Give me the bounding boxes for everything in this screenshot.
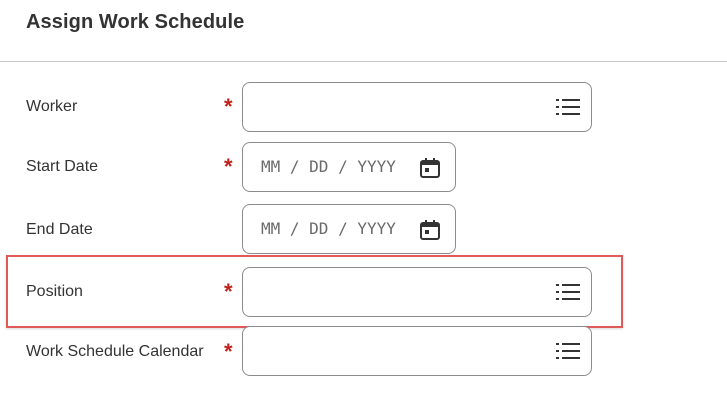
position-input[interactable] bbox=[242, 267, 592, 317]
worker-required-mark: * bbox=[224, 94, 233, 119]
end-date-input[interactable]: MM / DD / YYYY bbox=[242, 204, 456, 254]
work-schedule-calendar-input[interactable] bbox=[242, 326, 592, 376]
calendar-icon[interactable] bbox=[418, 218, 442, 242]
list-prompt-icon[interactable] bbox=[556, 97, 580, 117]
page-title: Assign Work Schedule bbox=[26, 11, 245, 33]
worker-label: Worker bbox=[26, 98, 78, 115]
end-date-placeholder: MM / DD / YYYY bbox=[261, 219, 396, 238]
list-prompt-icon[interactable] bbox=[556, 341, 580, 361]
start-date-label: Start Date bbox=[26, 158, 99, 175]
position-required-mark: * bbox=[224, 279, 233, 304]
start-date-placeholder: MM / DD / YYYY bbox=[261, 157, 396, 176]
start-date-input[interactable]: MM / DD / YYYY bbox=[242, 142, 456, 192]
position-label: Position bbox=[26, 283, 83, 300]
end-date-label: End Date bbox=[26, 221, 93, 238]
worker-input[interactable] bbox=[242, 82, 592, 132]
calendar-icon[interactable] bbox=[418, 156, 442, 180]
list-prompt-icon[interactable] bbox=[556, 282, 580, 302]
start-date-required-mark: * bbox=[224, 154, 233, 179]
work-schedule-calendar-required-mark: * bbox=[224, 339, 233, 364]
header-divider bbox=[0, 61, 727, 62]
work-schedule-calendar-label: Work Schedule Calendar bbox=[26, 343, 204, 360]
